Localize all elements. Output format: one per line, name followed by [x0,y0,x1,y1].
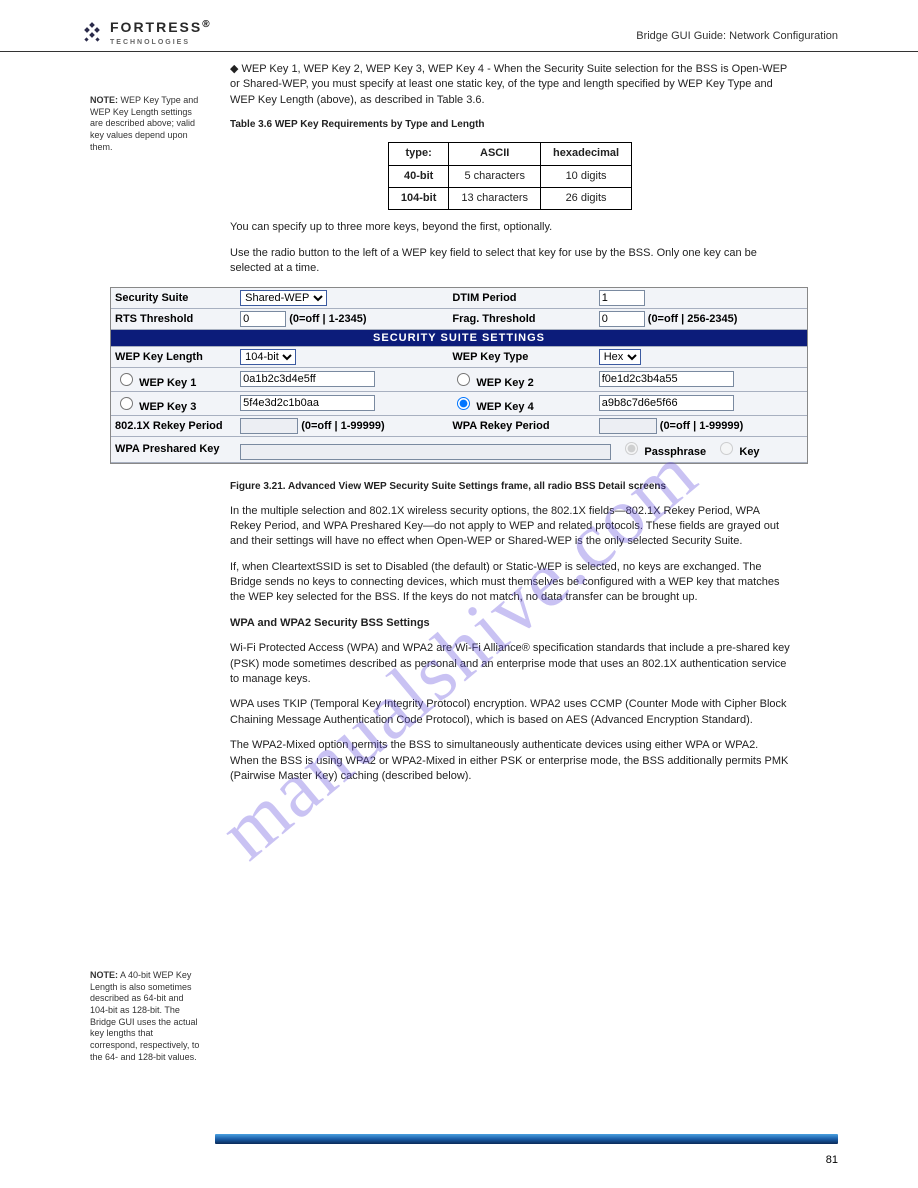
body-text: Use the radio button to the left of a WE… [230,246,790,277]
wep-key-3-input[interactable] [240,395,375,411]
wep-key-3-label: WEP Key 3 [139,401,196,413]
psk-key-label: Key [739,446,759,458]
security-suite-form-screenshot: Security Suite Shared-WEP DTIM Period RT… [110,287,808,464]
dtim-period-label: DTIM Period [448,288,594,309]
psk-key-radio [720,442,733,455]
header-breadcrumb: Bridge GUI Guide: Network Configuration [636,30,838,42]
section-header: SECURITY SUITE SETTINGS [111,329,807,346]
8021x-rekey-label: 802.1X Rekey Period [111,415,236,436]
wep-key-3-radio[interactable] [120,397,133,410]
table-caption: Table 3.6 WEP Key Requirements by Type a… [230,118,790,132]
section-heading: WPA and WPA2 Security BSS Settings [230,616,790,631]
wpa-psk-label: WPA Preshared Key [111,436,236,462]
wpa-rekey-label: WPA Rekey Period [448,415,594,436]
wpa-psk-input [240,444,611,460]
wep-key-2-label: WEP Key 2 [476,377,533,389]
wep-key-2-radio[interactable] [457,373,470,386]
8021x-rekey-input [240,418,298,434]
body-text: The WPA2-Mixed option permits the BSS to… [230,738,790,784]
body-text: You can specify up to three more keys, b… [230,220,790,235]
wpa-rekey-hint: (0=off | 1-99999) [660,420,743,432]
wep-key-1-input[interactable] [240,371,375,387]
wep-key-length-label: WEP Key Length [111,346,236,367]
wep-key-requirements-table: type: ASCII hexadecimal 40-bit 5 charact… [388,142,632,210]
wep-key-type-label: WEP Key Type [448,346,594,367]
fortress-diamond-icon [80,21,104,45]
security-suite-label: Security Suite [111,288,236,309]
wep-key-4-input[interactable] [599,395,734,411]
body-text: In the multiple selection and 802.1X wir… [230,504,790,550]
8021x-rekey-hint: (0=off | 1-99999) [301,420,384,432]
wep-key-4-radio[interactable] [457,397,470,410]
wep-key-length-select[interactable]: 104-bit [240,349,296,365]
wep-key-type-select[interactable]: Hex [599,349,641,365]
page-number: 81 [826,1154,838,1166]
wep-key-4-label: WEP Key 4 [476,401,533,413]
wep-key-1-label: WEP Key 1 [139,377,196,389]
rts-threshold-input[interactable] [240,311,286,327]
dtim-period-input[interactable] [599,290,645,306]
body-text: WPA uses TKIP (Temporal Key Integrity Pr… [230,697,790,728]
psk-passphrase-label: Passphrase [644,446,706,458]
margin-note-2: NOTE: A 40-bit WEP Key Length is also so… [90,970,200,1064]
rts-threshold-label: RTS Threshold [111,308,236,329]
body-text: ◆ WEP Key 1, WEP Key 2, WEP Key 3, WEP K… [230,62,790,108]
page-header: FORTRESS® TECHNOLOGIES Bridge GUI Guide:… [0,0,918,52]
footer-decorative-bar [215,1134,838,1144]
brand-logo-text: FORTRESS® TECHNOLOGIES [110,20,210,46]
frag-threshold-input[interactable] [599,311,645,327]
body-text: Wi-Fi Protected Access (WPA) and WPA2 ar… [230,641,790,687]
wep-key-1-radio[interactable] [120,373,133,386]
psk-passphrase-radio [625,442,638,455]
figure-caption: Figure 3.21. Advanced View WEP Security … [230,480,790,494]
rts-threshold-hint: (0=off | 1-2345) [289,313,366,325]
wpa-rekey-input [599,418,657,434]
frag-threshold-hint: (0=off | 256-2345) [648,313,738,325]
security-suite-select[interactable]: Shared-WEP [240,290,327,306]
body-text: If, when CleartextSSID is set to Disable… [230,560,790,606]
wep-key-2-input[interactable] [599,371,734,387]
frag-threshold-label: Frag. Threshold [448,308,594,329]
margin-note-1: NOTE: WEP Key Type and WEP Key Length se… [90,95,200,153]
